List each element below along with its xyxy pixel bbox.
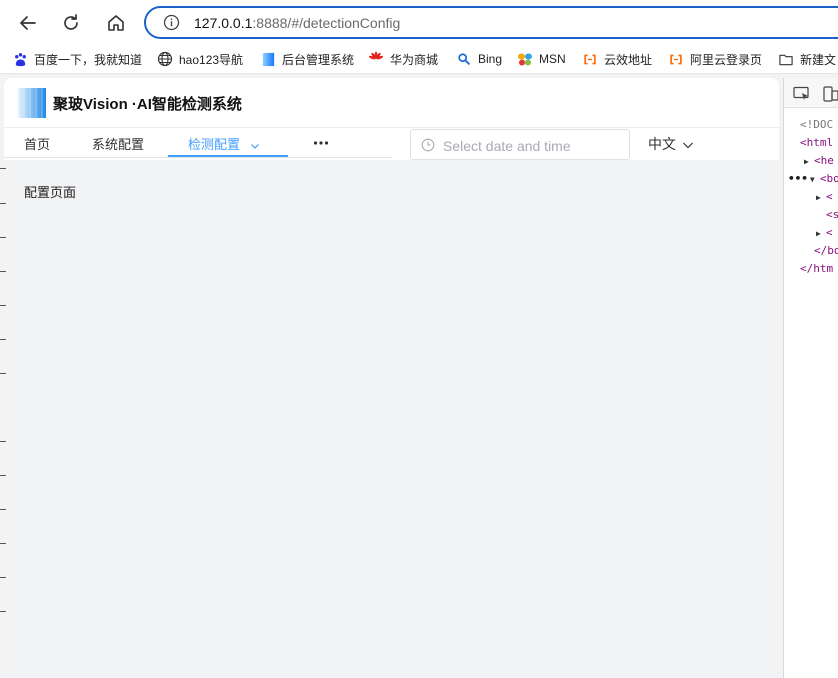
clock-icon [421, 138, 435, 152]
menu-item-detection-config[interactable]: 检测配置 [188, 134, 260, 153]
bookmark-label: hao123导航 [179, 52, 244, 67]
dom-node-label: <he [814, 154, 834, 167]
bookmark-huawei[interactable]: 华为商城 [368, 50, 438, 68]
bookmark-admin-system[interactable]: 后台管理系统 [260, 50, 354, 68]
inspect-element-icon[interactable] [793, 86, 811, 102]
bookmark-label: 新建文 [800, 52, 837, 67]
bookmark-new-folder[interactable]: 新建文 [778, 50, 836, 68]
url-path: :8888/#/detectionConfig [252, 15, 401, 31]
language-label: 中文 [648, 136, 676, 152]
bookmark-label: MSN [539, 52, 566, 66]
reload-button[interactable] [56, 8, 86, 38]
baidu-icon [12, 51, 28, 67]
reload-icon [64, 14, 78, 30]
bookmark-label: 云效地址 [604, 52, 653, 67]
menu-item-label: 检测配置 [188, 137, 241, 152]
datetime-picker-input[interactable]: Select date and time [410, 129, 630, 160]
home-icon [108, 15, 124, 31]
dom-node-selected[interactable]: ••• ▼ <bo [788, 170, 838, 188]
dom-node[interactable]: <s [826, 206, 838, 224]
language-dropdown[interactable]: 中文 [648, 134, 694, 154]
menu-item-system-config[interactable]: 系统配置 [92, 134, 144, 153]
expand-triangle-icon[interactable]: ▶ [816, 189, 826, 207]
bookmark-label: 阿里云登录页 [690, 52, 763, 67]
browser-toolbar: 127.0.0.1:8888/#/detectionConfig [0, 0, 838, 44]
bookmark-label: 百度一下，我就知道 [34, 52, 143, 67]
main-content: 配置页面 [4, 160, 779, 678]
bookmark-msn[interactable]: MSN [517, 50, 566, 68]
chevron-down-icon [251, 143, 259, 149]
device-toolbar-icon[interactable] [822, 86, 838, 102]
dom-node[interactable]: ▶ < [816, 224, 833, 242]
dom-node[interactable]: ▶ < [816, 188, 833, 206]
dom-node[interactable]: ▶ <he [804, 152, 834, 170]
app-title: 聚玻Vision ·AI智能检测系统 [53, 96, 242, 113]
bookmark-aliyun-login[interactable]: 阿里云登录页 [668, 50, 762, 68]
dom-node-label: < [826, 190, 833, 203]
huawei-icon [368, 51, 384, 67]
msn-butterfly-icon [517, 51, 533, 67]
bookmarks-bar: 百度一下，我就知道 hao123导航 后台管理系统 华为商城 Bing MSN … [0, 44, 838, 74]
search-icon [456, 51, 472, 67]
blue-square-icon [260, 51, 276, 67]
page-text: 配置页面 [24, 185, 77, 200]
back-button[interactable] [13, 8, 43, 38]
datetime-placeholder: Select date and time [443, 138, 571, 154]
info-icon[interactable] [163, 14, 180, 31]
url-host: 127.0.0.1 [194, 15, 253, 31]
chevron-down-icon [683, 142, 693, 149]
aliyun-icon [668, 51, 684, 67]
bookmark-label: 后台管理系统 [282, 52, 355, 67]
dom-node[interactable]: </bo [814, 242, 838, 260]
expand-triangle-icon[interactable]: ▶ [804, 153, 814, 171]
dom-node-label: <bo [819, 172, 838, 185]
more-icon[interactable] [312, 134, 330, 152]
ellipsis-icon[interactable]: ••• [788, 172, 808, 185]
top-nav-menu: 首页 系统配置 检测配置 Select date and time 中文 [4, 128, 779, 160]
globe-icon [157, 51, 173, 67]
url-text[interactable]: 127.0.0.1:8888/#/detectionConfig [194, 15, 400, 31]
bookmark-hao123[interactable]: hao123导航 [157, 50, 243, 68]
menu-underline [4, 157, 392, 158]
devtools-panel: <!DOC <html ▶ <he ••• ▼ <bo ▶ < <s ▶ < </bo <… [783, 78, 838, 678]
expand-triangle-icon[interactable]: ▶ [816, 225, 826, 243]
folder-icon [778, 51, 794, 67]
bookmark-baidu[interactable]: 百度一下，我就知道 [12, 50, 142, 68]
app-logo-icon [18, 88, 46, 118]
address-bar[interactable]: 127.0.0.1:8888/#/detectionConfig [144, 6, 838, 39]
dom-node[interactable]: </htm [800, 260, 833, 278]
back-arrow-icon [20, 16, 36, 30]
bookmark-label: 华为商城 [390, 52, 439, 67]
dom-node-label: < [826, 226, 833, 239]
aliyun-icon [582, 51, 598, 67]
app-header: 聚玻Vision ·AI智能检测系统 [4, 78, 779, 128]
devtools-toolbar [784, 78, 838, 108]
app-window: 聚玻Vision ·AI智能检测系统 首页 系统配置 检测配置 Select d… [4, 78, 779, 678]
collapse-triangle-icon[interactable]: ▼ [810, 171, 820, 189]
dom-node[interactable]: <!DOC [800, 116, 833, 134]
menu-item-home[interactable]: 首页 [24, 134, 50, 153]
bookmark-label: Bing [478, 52, 503, 66]
dom-node[interactable]: <html [800, 134, 833, 152]
home-button[interactable] [101, 8, 131, 38]
bookmark-bing[interactable]: Bing [456, 50, 502, 68]
active-menu-indicator [168, 155, 288, 157]
bookmark-yunxiao[interactable]: 云效地址 [582, 50, 652, 68]
